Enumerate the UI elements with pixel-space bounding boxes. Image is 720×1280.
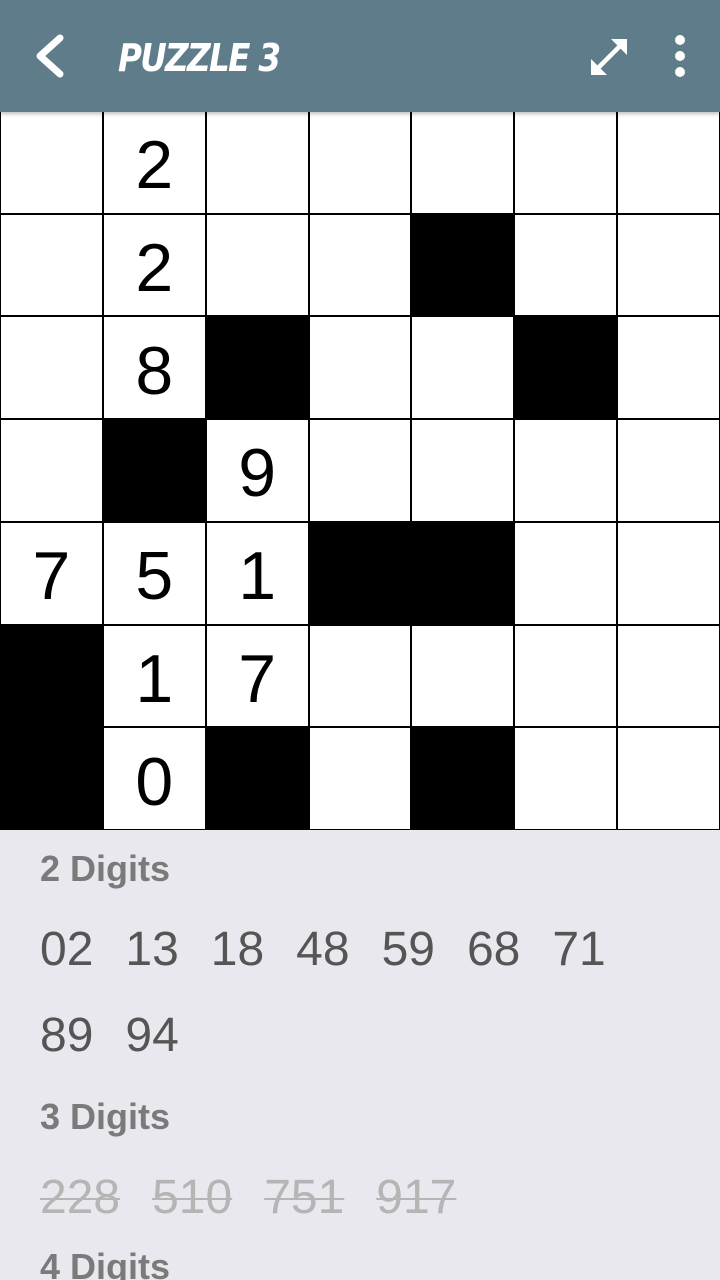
grid-cell[interactable] [206, 112, 308, 213]
grid-cell[interactable] [618, 728, 719, 829]
app-bar: PUZZLE 3 [0, 0, 720, 112]
grid-cell[interactable]: 1 [103, 625, 205, 727]
grid-cell[interactable] [1, 214, 102, 316]
clue-list: 2 Digits 02 13 18 48 59 68 71 89 94 3 Digits 22… [0, 830, 720, 1280]
more-options-button[interactable] [656, 28, 704, 84]
grid-cell-blocked [412, 522, 514, 624]
grid-cell-blocked [515, 317, 617, 419]
back-button[interactable] [22, 28, 78, 84]
clue-number[interactable]: 13 [125, 922, 178, 977]
section-heading-2-digits: 2 Digits [40, 848, 171, 889]
page-title: PUZZLE 3 [118, 36, 281, 80]
grid-cell[interactable] [1, 112, 102, 213]
grid-cell[interactable]: 0 [103, 728, 205, 829]
grid-cell[interactable] [309, 625, 411, 727]
more-vertical-icon [675, 35, 685, 77]
grid-cell[interactable] [618, 420, 719, 521]
clue-number[interactable]: 751 [264, 1170, 344, 1225]
grid-cell[interactable] [309, 112, 411, 213]
grid-cell[interactable] [1, 317, 102, 419]
grid-cell[interactable]: 2 [103, 112, 205, 213]
grid-cell[interactable] [309, 214, 411, 316]
clue-row: 228 510 751 917 [40, 1170, 488, 1225]
grid-cell[interactable] [515, 112, 617, 213]
grid-cell[interactable]: 8 [103, 317, 205, 419]
grid-cell-blocked [103, 420, 205, 521]
grid-cell[interactable]: 2 [103, 214, 205, 316]
grid-cell[interactable]: 5 [103, 522, 205, 624]
grid-cell-blocked [206, 728, 308, 829]
grid-cell[interactable] [309, 420, 411, 521]
grid-cell-blocked [1, 728, 102, 829]
grid-cell[interactable] [412, 625, 514, 727]
grid-cell[interactable]: 1 [206, 522, 308, 624]
grid-cell[interactable] [309, 317, 411, 419]
grid-cell[interactable] [618, 112, 719, 213]
grid-cell[interactable]: 7 [206, 625, 308, 727]
grid-cell-blocked [412, 728, 514, 829]
grid-cell[interactable] [515, 625, 617, 727]
clue-number[interactable]: 71 [552, 922, 605, 977]
expand-button[interactable] [582, 30, 636, 84]
clue-number[interactable]: 59 [382, 922, 435, 977]
clue-number[interactable]: 94 [125, 1008, 178, 1063]
puzzle-grid: 2289751170 [0, 112, 720, 830]
expand-arrows-icon [591, 39, 627, 75]
clue-number[interactable]: 68 [467, 922, 520, 977]
grid-cell[interactable] [515, 728, 617, 829]
clue-number[interactable]: 917 [376, 1170, 456, 1225]
grid-cell[interactable] [618, 625, 719, 727]
grid-cell[interactable] [618, 214, 719, 316]
grid-cell[interactable] [515, 420, 617, 521]
grid-cell[interactable] [206, 214, 308, 316]
clue-number[interactable]: 228 [40, 1170, 120, 1225]
clue-row: 02 13 18 48 59 68 71 [40, 922, 638, 977]
clue-number[interactable]: 510 [152, 1170, 232, 1225]
section-heading-3-digits: 3 Digits [40, 1096, 171, 1137]
grid-cell[interactable] [412, 317, 514, 419]
grid-cell[interactable] [412, 112, 514, 213]
grid-cell[interactable] [1, 420, 102, 521]
clue-number[interactable]: 48 [296, 922, 349, 977]
grid-cell-blocked [206, 317, 308, 419]
clue-row: 89 94 [40, 1008, 211, 1063]
grid-cell[interactable] [412, 420, 514, 521]
grid-cell[interactable] [515, 214, 617, 316]
grid-cell-blocked [309, 522, 411, 624]
grid-cell[interactable]: 9 [206, 420, 308, 521]
chevron-left-icon [36, 34, 64, 78]
grid-cell[interactable]: 7 [1, 522, 102, 624]
grid-cell[interactable] [309, 728, 411, 829]
grid-cell[interactable] [618, 317, 719, 419]
grid-cell[interactable] [515, 522, 617, 624]
clue-number[interactable]: 89 [40, 1008, 93, 1063]
clue-number[interactable]: 02 [40, 922, 93, 977]
grid-cell[interactable] [618, 522, 719, 624]
clue-number[interactable]: 18 [211, 922, 264, 977]
grid-cell-blocked [412, 214, 514, 316]
section-heading-4-digits: 4 Digits [40, 1246, 171, 1280]
grid-cell-blocked [1, 625, 102, 727]
